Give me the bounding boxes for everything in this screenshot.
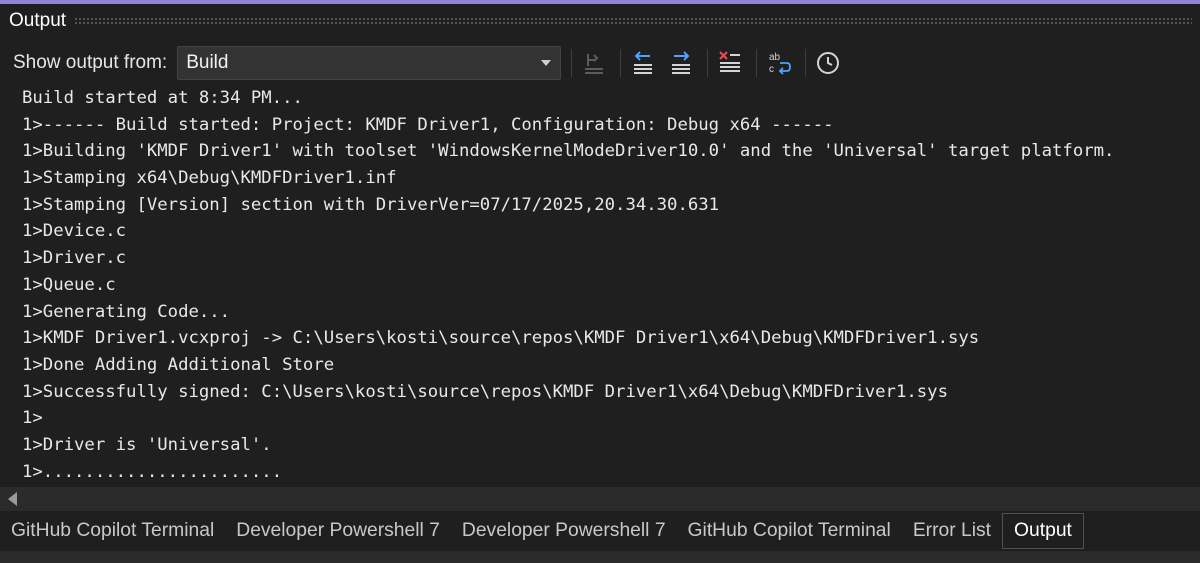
go-to-previous-message-icon <box>630 50 656 76</box>
output-line: 1>Successfully signed: C:\Users\kosti\so… <box>22 381 948 402</box>
output-line: 1>....................... <box>22 461 283 482</box>
output-line: 1>Stamping [Version] section with Driver… <box>22 194 720 215</box>
go-to-previous-message-button[interactable] <box>627 47 659 79</box>
toolbar-separator <box>620 49 622 77</box>
tab-developer-powershell-7[interactable]: Developer Powershell 7 <box>451 513 677 549</box>
output-tool-window: Output Show output from: Build ab c Buil… <box>0 0 1200 563</box>
tab-github-copilot-terminal[interactable]: GitHub Copilot Terminal <box>0 513 225 549</box>
output-line: 1>Driver.c <box>22 248 127 269</box>
output-line: 1>Driver is 'Universal'. <box>22 434 272 455</box>
tab-developer-powershell-7[interactable]: Developer Powershell 7 <box>225 513 451 549</box>
output-source-dropdown[interactable]: Build <box>177 46 562 80</box>
output-line: 1>Building 'KMDF Driver1' with toolset '… <box>22 141 1115 162</box>
svg-text:ab: ab <box>769 52 781 63</box>
scroll-left-arrow-icon[interactable] <box>8 492 17 506</box>
panel-title: Output <box>9 10 67 31</box>
tab-github-copilot-terminal[interactable]: GitHub Copilot Terminal <box>677 513 902 549</box>
find-message-in-code-button[interactable] <box>578 47 610 79</box>
drag-grip[interactable] <box>74 17 1192 25</box>
tab-output[interactable]: Output <box>1002 513 1084 549</box>
go-to-next-message-icon <box>668 50 694 76</box>
find-message-in-code-icon <box>581 50 607 76</box>
toolbar-separator <box>707 49 709 77</box>
toggle-timestamp-button[interactable] <box>812 47 844 79</box>
output-line: 1>Done Adding Additional Store <box>22 354 335 375</box>
output-line: 1>Queue.c <box>22 274 116 295</box>
clear-all-icon <box>717 50 743 76</box>
bottom-tab-strip: GitHub Copilot Terminal Developer Powersh… <box>0 511 1200 551</box>
clock-icon <box>815 50 841 76</box>
output-toolbar: Show output from: Build ab c <box>0 42 1200 84</box>
horizontal-scrollbar[interactable] <box>0 487 1200 511</box>
output-line: 1>Device.c <box>22 221 127 242</box>
output-line: 1>KMDF Driver1.vcxproj -> C:\Users\kosti… <box>22 328 980 349</box>
toolbar-separator <box>571 49 573 77</box>
title-bar[interactable]: Output <box>0 4 1200 38</box>
output-line: 1>Stamping x64\Debug\KMDFDriver1.inf <box>22 168 397 189</box>
output-text-area[interactable]: Build started at 8:34 PM... 1>------ Buil… <box>0 85 1200 487</box>
output-log: Build started at 8:34 PM... 1>------ Buil… <box>0 85 1200 485</box>
output-line: 1>Generating Code... <box>22 301 231 322</box>
show-output-from-label: Show output from: <box>13 52 168 73</box>
panel-bottom-edge <box>0 551 1200 563</box>
output-line: Build started at 8:34 PM... <box>22 88 303 108</box>
output-line: 1>------ Build started: Project: KMDF Dr… <box>22 114 834 135</box>
output-line: 1> <box>22 408 43 429</box>
toggle-word-wrap-icon: ab c <box>766 50 792 76</box>
go-to-next-message-button[interactable] <box>665 47 697 79</box>
clear-all-button[interactable] <box>714 47 746 79</box>
svg-text:c: c <box>769 64 774 75</box>
tab-error-list[interactable]: Error List <box>902 513 1002 549</box>
toggle-word-wrap-button[interactable]: ab c <box>763 47 795 79</box>
chevron-down-icon <box>541 60 552 66</box>
toolbar-separator <box>805 49 807 77</box>
toolbar-separator <box>756 49 758 77</box>
output-source-value: Build <box>186 52 229 73</box>
